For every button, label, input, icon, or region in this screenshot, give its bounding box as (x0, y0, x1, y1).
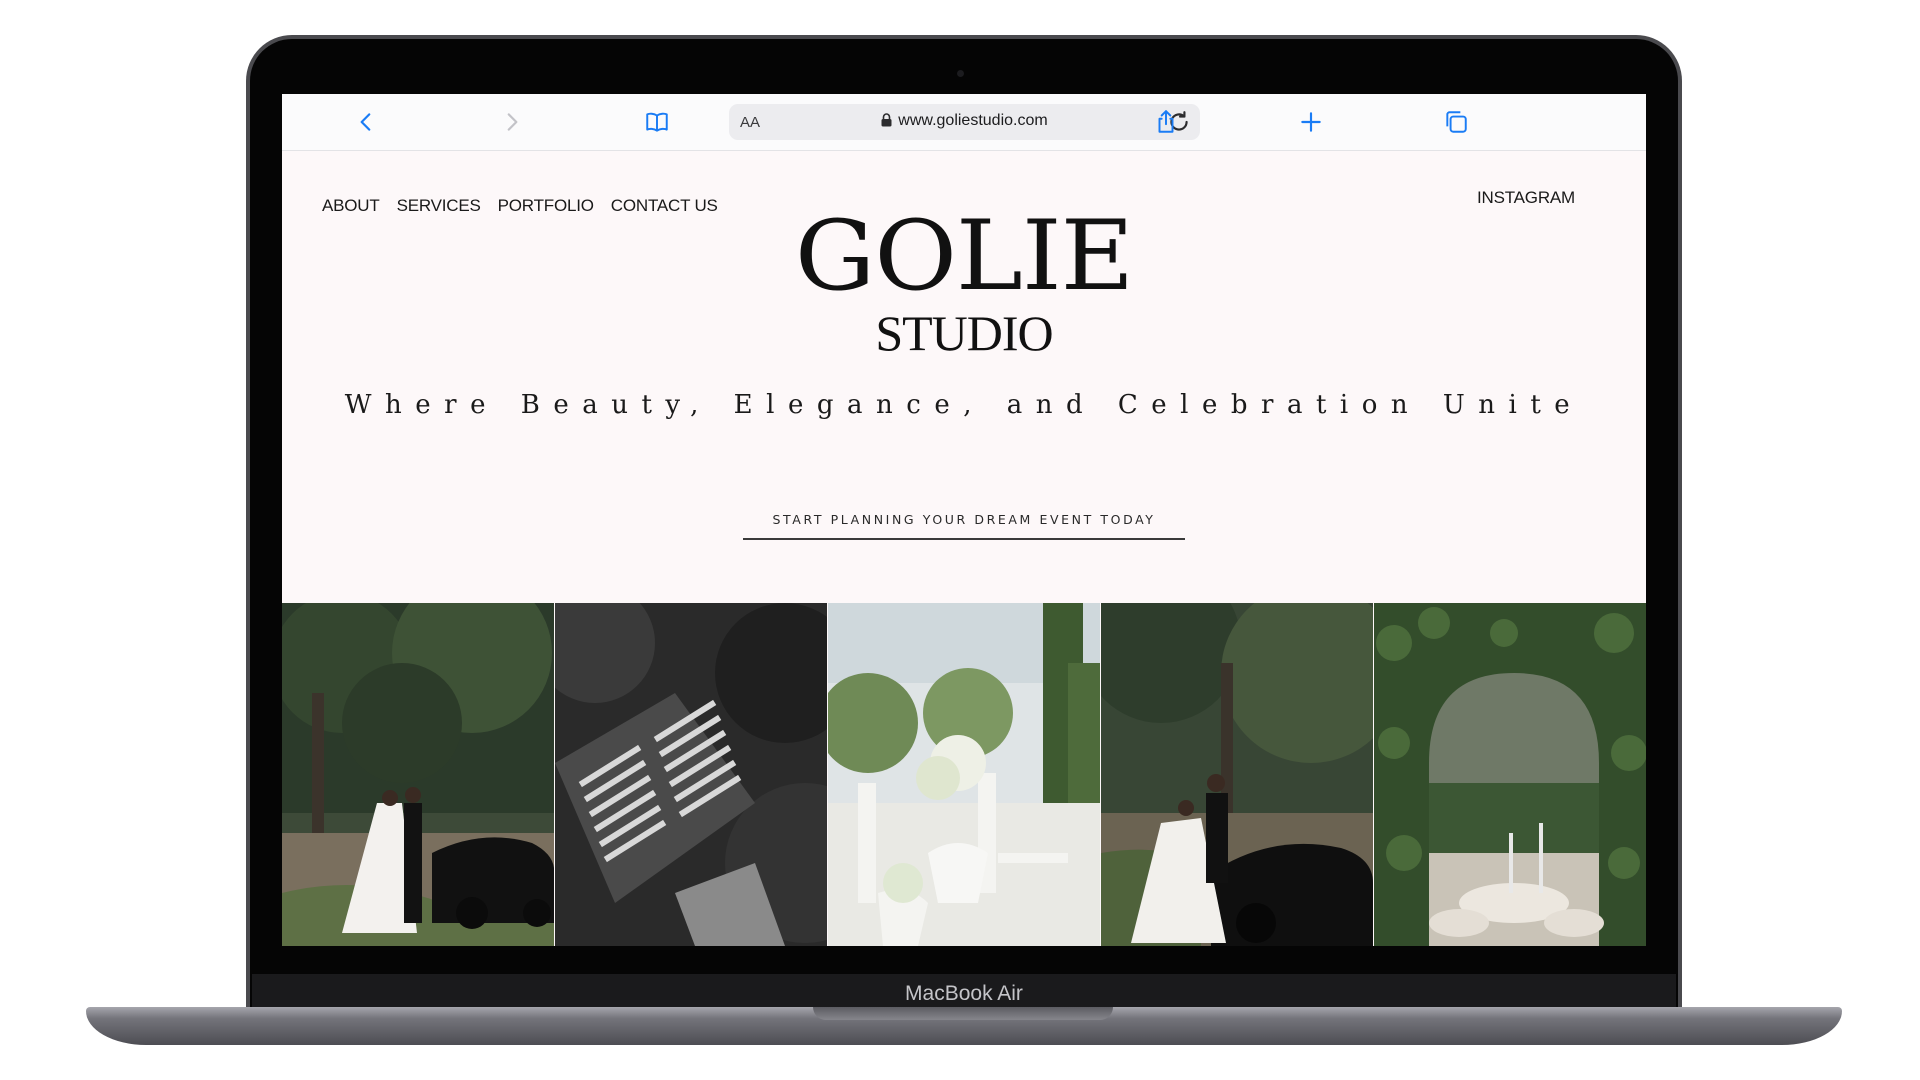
gallery-photo[interactable] (828, 603, 1100, 946)
chevron-left-icon[interactable] (352, 108, 380, 136)
gallery-photo[interactable] (282, 603, 554, 946)
chevron-right-icon[interactable] (498, 108, 526, 136)
logo-wordmark: GOLIE (794, 200, 1134, 312)
gallery-photo[interactable] (1374, 603, 1646, 946)
plus-icon[interactable] (1297, 108, 1325, 136)
share-icon[interactable] (1152, 108, 1180, 136)
cta-link[interactable]: START PLANNING YOUR DREAM EVENT TODAY (743, 512, 1185, 540)
base-notch (813, 1007, 1113, 1020)
address-bar[interactable]: AA www.goliestudio.com (729, 104, 1200, 140)
gallery-photo[interactable] (1101, 603, 1373, 946)
hero-tagline: Where Beauty, Elegance, and Celebration … (344, 390, 1584, 420)
tabs-icon[interactable] (1442, 108, 1470, 136)
camera-dot (957, 70, 964, 77)
browser-screen: AA www.goliestudio.com ABOUT SERVICES PO… (282, 94, 1646, 946)
logo-subtitle: STUDIO (875, 305, 1053, 361)
url-text: www.goliestudio.com (898, 112, 1048, 129)
book-icon[interactable] (643, 108, 671, 136)
gallery-photo[interactable] (555, 603, 827, 946)
lock-icon (881, 113, 892, 132)
safari-toolbar: AA www.goliestudio.com (282, 94, 1646, 151)
device-label: MacBook Air (905, 982, 1023, 1005)
photo-gallery (282, 603, 1646, 946)
